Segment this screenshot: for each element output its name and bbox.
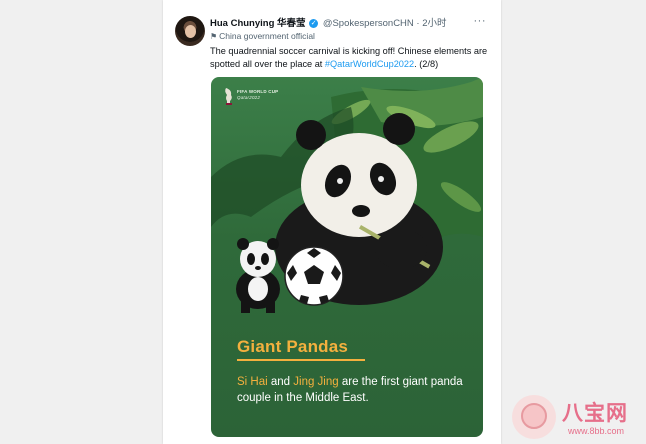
verified-badge-icon: ✓ [309, 18, 319, 28]
poster-caption: Si Hai and Jing Jing are the first giant… [237, 374, 467, 406]
hashtag-link[interactable]: #QatarWorldCup2022 [325, 59, 414, 69]
soccer-ball-icon [284, 246, 344, 306]
government-label[interactable]: ⚑ China government official [210, 31, 315, 41]
separator: · [416, 18, 420, 29]
tweet-text-end: . (2/8) [414, 58, 439, 69]
government-label-text: China government official [219, 31, 315, 41]
watermark-logo-icon [512, 395, 556, 439]
more-icon[interactable]: ··· [474, 15, 487, 27]
author-handle[interactable]: @SpokespersonCHN [323, 18, 414, 29]
government-flag-icon: ⚑ [210, 32, 218, 41]
panda-name-1: Si Hai [237, 376, 268, 388]
panda-name-2: Jing Jing [293, 376, 339, 388]
fifa-logo-text: FIFA WORLD CUP Qatar2022 [237, 89, 278, 101]
panda-cub-illustration [236, 238, 280, 313]
tweet-card[interactable]: Hua Chunying 华春莹 ✓ @SpokespersonCHN · 2小… [163, 0, 501, 444]
fifa-trophy-icon [225, 88, 232, 105]
caption-and: and [267, 376, 294, 388]
fifa-logo-line2: Qatar2022 [237, 95, 261, 100]
tweet-header: Hua Chunying 华春莹 ✓ @SpokespersonCHN · 2小… [210, 15, 496, 31]
watermark-name: 八宝网 [562, 402, 628, 425]
timestamp[interactable]: 2小时 [422, 18, 446, 29]
author-name[interactable]: Hua Chunying 华春莹 [210, 18, 306, 29]
avatar[interactable] [175, 16, 205, 46]
title-underline [237, 359, 365, 361]
site-watermark: 八宝网 www.8bb.com [512, 395, 638, 441]
poster-title: Giant Pandas [237, 337, 349, 356]
tweet-media-image[interactable]: FIFA WORLD CUP Qatar2022 Giant Pandas Si… [211, 77, 483, 437]
poster-title-block: Giant Pandas [237, 337, 365, 361]
watermark-url: www.8bb.com [568, 426, 625, 436]
tweet-text: The quadrennial soccer carnival is kicki… [210, 45, 494, 70]
